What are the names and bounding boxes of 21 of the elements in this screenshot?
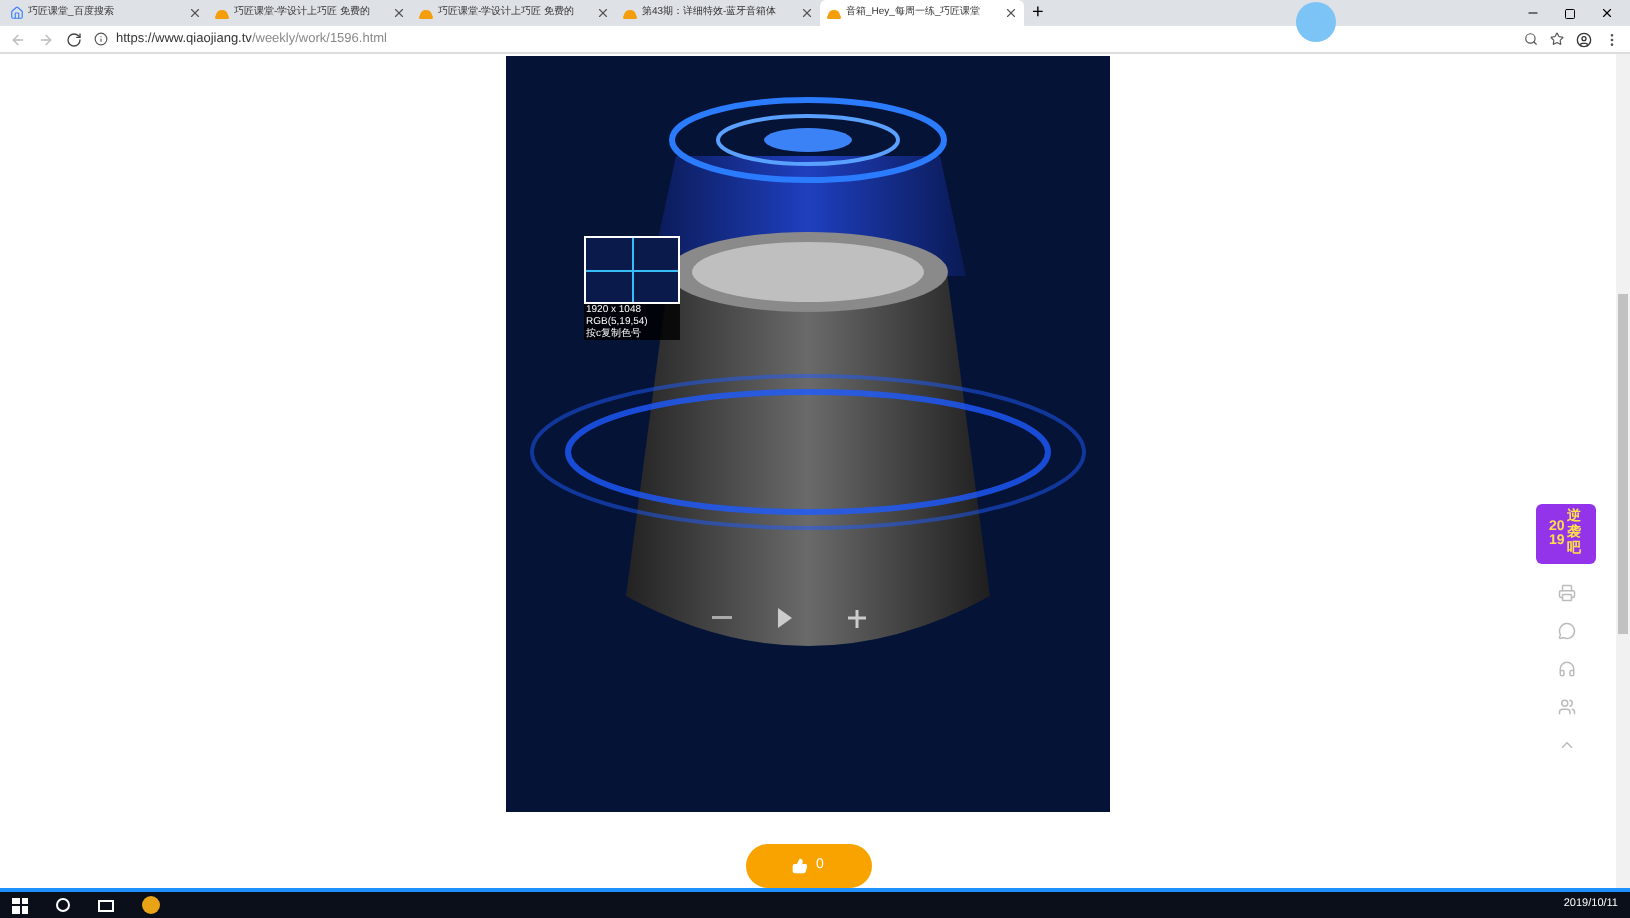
close-icon[interactable]	[1600, 6, 1614, 20]
windows-start-icon[interactable]	[12, 897, 28, 913]
cloud-icon	[826, 7, 842, 19]
reload-icon[interactable]	[66, 31, 82, 47]
account-icon[interactable]	[1576, 31, 1592, 47]
magnifier-preview	[584, 236, 680, 304]
info-icon	[94, 32, 108, 46]
search-icon[interactable]	[1524, 32, 1538, 46]
close-icon[interactable]	[1004, 6, 1018, 20]
task-view-icon[interactable]	[98, 899, 114, 911]
thumbs-up-icon	[792, 858, 809, 874]
minimize-icon[interactable]	[1526, 6, 1540, 20]
maximize-icon[interactable]	[1564, 7, 1576, 19]
browser-taskbar-icon[interactable]	[142, 896, 160, 914]
star-icon[interactable]	[1550, 32, 1564, 46]
cloud-icon	[418, 7, 434, 19]
profile-avatar	[1296, 2, 1336, 42]
cloud-icon	[622, 7, 638, 19]
new-tab-button[interactable]: +	[1032, 4, 1044, 24]
cloud-icon	[214, 7, 230, 19]
home-icon	[10, 6, 24, 20]
